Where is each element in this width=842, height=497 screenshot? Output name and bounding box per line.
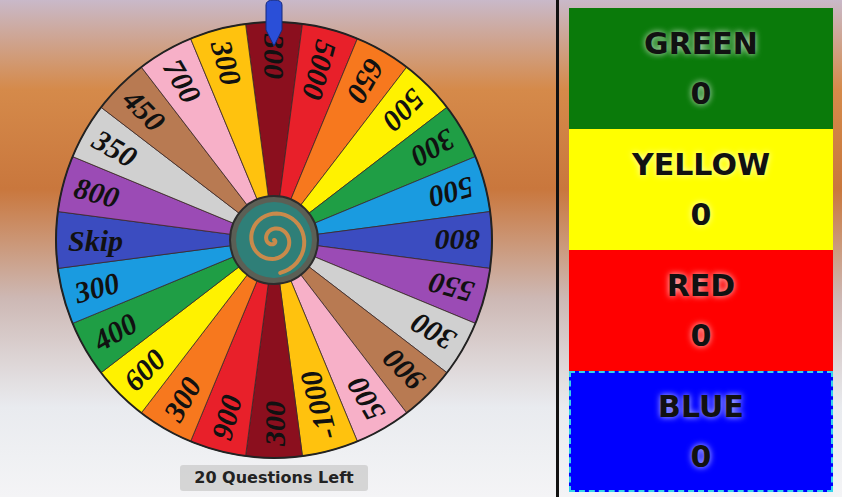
team-card[interactable]: BLUE 0 xyxy=(569,371,833,492)
wheel-rim xyxy=(56,22,492,458)
hub-icon[interactable] xyxy=(230,196,318,284)
segment-label: 300 xyxy=(70,266,123,310)
team-score: 0 xyxy=(691,197,712,232)
team-score: 0 xyxy=(691,318,712,353)
segment-label: 300 xyxy=(258,401,291,447)
team-name: RED xyxy=(667,268,736,303)
segment-label: 550 xyxy=(425,266,477,310)
team-name: GREEN xyxy=(644,26,758,61)
pointer-icon xyxy=(266,0,282,46)
segment-label: 500 xyxy=(425,171,477,215)
segment-label: Skip xyxy=(68,224,123,257)
wheel-area: 3005000650500300500800550300900500-10003… xyxy=(0,0,556,497)
team-score: 0 xyxy=(691,439,712,474)
background-photo: 3005000650500300500800550300900500-10003… xyxy=(0,0,842,497)
team-card[interactable]: RED 0 xyxy=(569,250,833,371)
prize-wheel[interactable]: 3005000650500300500800550300900500-10003… xyxy=(44,0,504,462)
team-name: BLUE xyxy=(658,389,744,424)
team-score: 0 xyxy=(691,76,712,111)
questions-left: 20 Questions Left xyxy=(180,465,367,491)
segment-label: 300 xyxy=(204,36,248,89)
segment-label: 800 xyxy=(435,224,480,257)
team-card[interactable]: GREEN 0 xyxy=(569,8,833,129)
scoreboard: GREEN 0 YELLOW 0 RED 0 BLUE 0 xyxy=(559,0,842,497)
segment-label: 900 xyxy=(205,391,249,443)
divider xyxy=(556,0,559,497)
segment-label: -1000 xyxy=(293,367,343,443)
segment-label: 800 xyxy=(71,171,123,215)
team-name: YELLOW xyxy=(632,147,770,182)
team-card[interactable]: YELLOW 0 xyxy=(569,129,833,250)
